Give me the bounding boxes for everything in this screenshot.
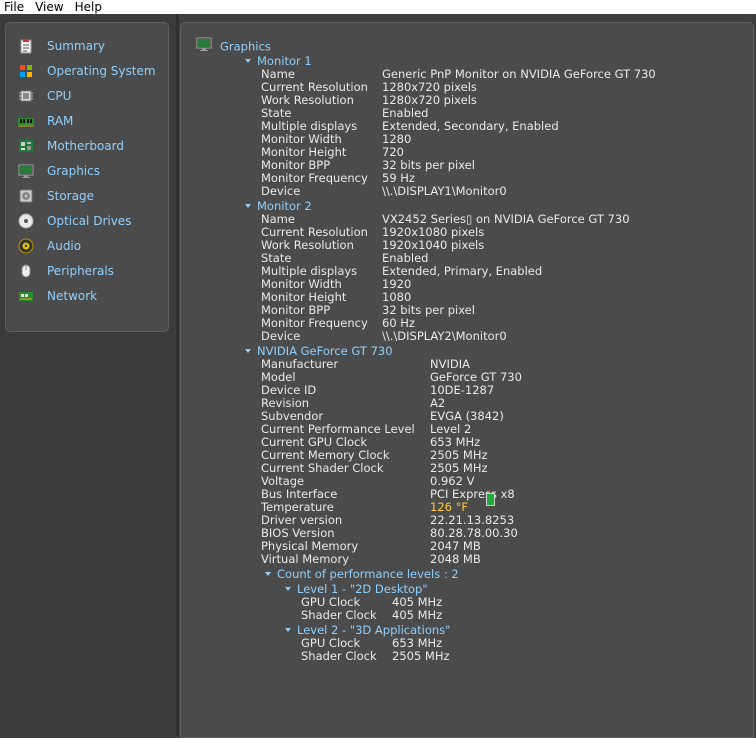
tree-node-gpu-label: NVIDIA GeForce GT 730 (257, 344, 393, 358)
property-row: Device \\.\DISPLAY2\Monitor0 (261, 330, 741, 343)
speaker-icon (18, 238, 34, 254)
sidebar-item-label: Operating System (47, 64, 156, 78)
sidebar-item-graphics[interactable]: Graphics (18, 160, 100, 182)
summary-icon (18, 38, 34, 54)
sidebar-item-label: Optical Drives (47, 214, 132, 228)
property-row: Model GeForce GT 730 (261, 371, 741, 384)
sidebar-item-label: RAM (47, 114, 74, 128)
chevron-down-icon[interactable] (285, 627, 291, 632)
tree-node-performance-levels[interactable]: Count of performance levels : 2 (265, 568, 459, 581)
tree-node-monitor-2-label: Monitor 2 (257, 199, 312, 213)
property-row: Work Resolution 1920x1040 pixels (261, 239, 741, 252)
windows-icon (18, 63, 34, 79)
sidebar-item-summary[interactable]: Summary (18, 35, 105, 57)
storage-icon (18, 188, 34, 204)
sidebar-item-label: Motherboard (47, 139, 124, 153)
chevron-down-icon[interactable] (285, 586, 291, 591)
ram-icon (18, 113, 34, 129)
graphics-title-label: Graphics (220, 39, 271, 54)
menu-file[interactable]: File (0, 0, 31, 14)
property-value: \\.\DISPLAY1\Monitor0 (382, 184, 507, 198)
property-row: Monitor Height 1080 (261, 291, 741, 304)
chevron-down-icon[interactable] (245, 58, 251, 63)
sidebar-item-operating-system[interactable]: Operating System (18, 60, 156, 82)
property-name: Device (261, 329, 301, 343)
chevron-down-icon[interactable] (245, 348, 251, 353)
tree-node-performance-levels-label: Count of performance levels : 2 (277, 567, 459, 581)
property-name: Virtual Memory (261, 552, 350, 566)
property-row: Monitor Height 720 (261, 146, 741, 159)
sidebar-item-cpu[interactable]: CPU (18, 85, 71, 107)
section-title: Graphics (196, 36, 271, 55)
property-row: Device ID 10DE-1287 (261, 384, 741, 397)
menu-view[interactable]: View (31, 0, 70, 14)
chevron-down-icon[interactable] (265, 571, 271, 576)
optical-drive-icon (18, 213, 34, 229)
tree-node-monitor-1-label: Monitor 1 (257, 54, 312, 68)
sidebar-item-storage[interactable]: Storage (18, 185, 94, 207)
sidebar-item-label: Network (47, 289, 98, 303)
sidebar-item-ram[interactable]: RAM (18, 110, 73, 132)
sidebar-item-motherboard[interactable]: Motherboard (18, 135, 124, 157)
property-row: Shader Clock 2505 MHz (301, 650, 741, 663)
menu-help[interactable]: Help (71, 0, 109, 14)
property-value: 405 MHz (392, 608, 443, 622)
property-value: 2505 MHz (392, 649, 450, 663)
sidebar: Summary Operating System CPU RAM Motherboard… (5, 22, 169, 332)
sidebar-item-peripherals[interactable]: Peripherals (18, 260, 114, 282)
tree-node-level-2-label: Level 2 - "3D Applications" (297, 623, 451, 637)
cpu-icon (18, 88, 34, 104)
property-row: Device \\.\DISPLAY1\Monitor0 (261, 185, 741, 198)
main-panel: Graphics Monitor 1 Name Generic PnP Monitor… (180, 22, 754, 738)
sidebar-item-label: Peripherals (47, 264, 114, 278)
tree-node-level-1-label: Level 1 - "2D Desktop" (297, 582, 428, 596)
property-row: Work Resolution 1280x720 pixels (261, 94, 741, 107)
sidebar-item-network[interactable]: Network (18, 285, 97, 307)
property-row: Shader Clock 405 MHz (301, 609, 741, 622)
menu-bar: File View Help (0, 0, 756, 14)
monitor-icon (18, 163, 34, 179)
sidebar-item-label: CPU (47, 89, 72, 103)
property-value: 2048 MB (430, 552, 481, 566)
sidebar-item-label: Audio (47, 239, 82, 253)
chevron-down-icon[interactable] (245, 203, 251, 208)
motherboard-icon (18, 138, 34, 154)
mouse-icon (18, 263, 34, 279)
sidebar-item-label: Storage (47, 189, 94, 203)
sidebar-item-label: Graphics (47, 164, 100, 178)
property-value: \\.\DISPLAY2\Monitor0 (382, 329, 507, 343)
property-name: Device (261, 184, 301, 198)
sidebar-item-optical-drives[interactable]: Optical Drives (18, 210, 131, 232)
splitter[interactable] (176, 14, 179, 736)
sidebar-item-label: Summary (47, 39, 105, 53)
property-name: Shader Clock (301, 608, 377, 622)
thermometer-icon (486, 493, 495, 506)
property-name: Shader Clock (301, 649, 377, 663)
property-row: Current Shader Clock 2505 MHz (261, 462, 741, 475)
network-icon (18, 288, 34, 304)
monitor-icon (196, 36, 212, 55)
property-row: Virtual Memory 2048 MB (261, 553, 741, 566)
sidebar-item-audio[interactable]: Audio (18, 235, 81, 257)
